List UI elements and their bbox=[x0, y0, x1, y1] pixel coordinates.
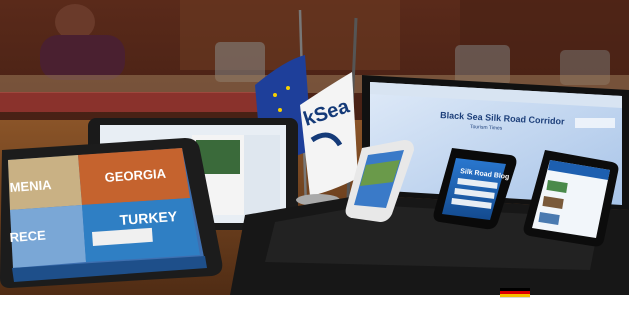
tile-label-armenia: MENIA bbox=[9, 177, 52, 195]
tile-label-greece: RECE bbox=[9, 227, 46, 245]
event-photo: MENIA GEORGIA RECE TURKEY kSea Black Sea… bbox=[0, 0, 629, 313]
tablet-left: MENIA GEORGIA RECE TURKEY bbox=[0, 138, 223, 288]
